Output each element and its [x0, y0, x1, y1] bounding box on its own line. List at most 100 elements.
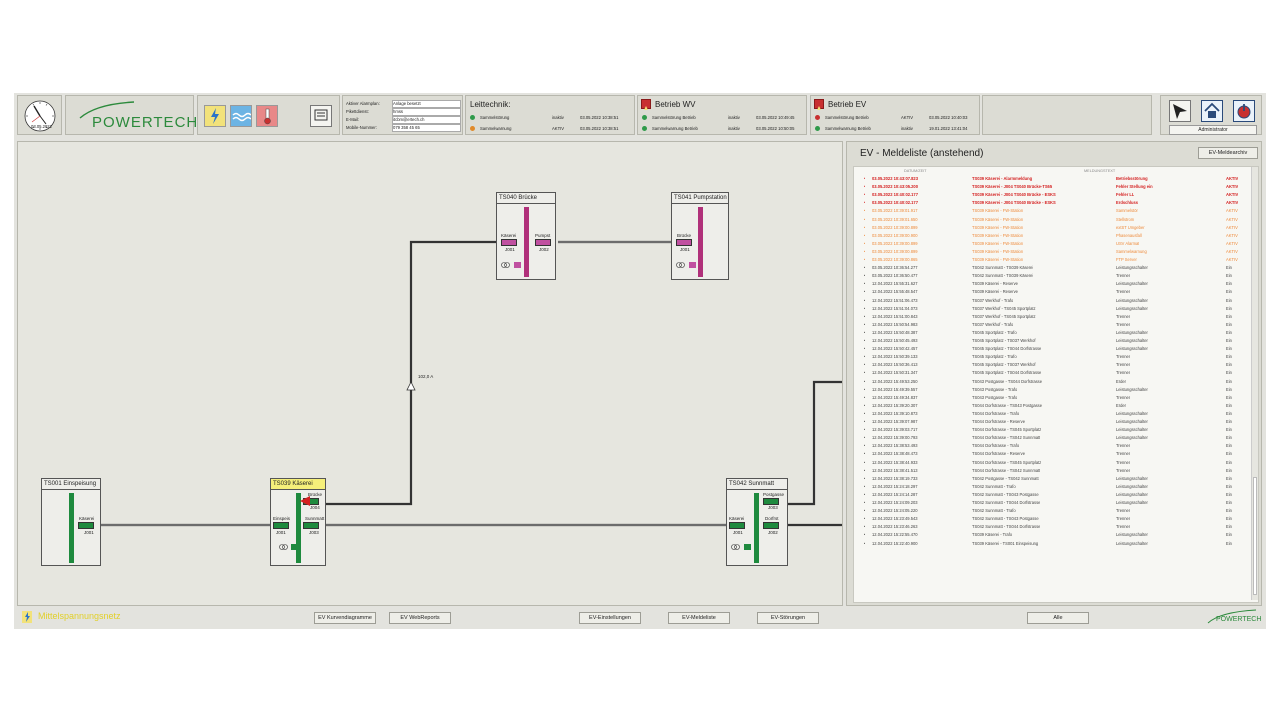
log-row[interactable]: • 12.04.2022 15:38:19.733 TS042 Postgasse … [854, 475, 1256, 483]
log-row[interactable]: • 12.04.2022 15:24:05.220 TS042 Sunnmatt -… [854, 507, 1256, 515]
scrollbar-thumb[interactable] [1253, 477, 1257, 595]
switch-kaeserei[interactable] [501, 239, 517, 246]
email-value[interactable]: itcbm@ertech.ch [392, 116, 461, 124]
waerme-network-button[interactable] [256, 105, 278, 127]
station-title: TS041 Pumpstation [672, 193, 728, 204]
log-row[interactable]: • 12.04.2022 15:38:44.933 TS044 Dorfstrass… [854, 459, 1256, 467]
pikett-value[interactable]: hmss [392, 108, 461, 116]
log-row[interactable]: • 12.04.2022 15:39:03.717 TS044 Dorfstrass… [854, 426, 1256, 434]
mobile-value[interactable]: 079 358 45 65 [392, 124, 461, 132]
log-row-active[interactable]: • 03.05.2022 10:39:00.900 TS039 Käserei - … [854, 232, 1256, 240]
log-row[interactable]: • 12.04.2022 15:39:20.307 TS044 Dorfstrass… [854, 402, 1256, 410]
station-ts001[interactable]: TS001 Einspeisung Käserei J001 [41, 478, 101, 566]
log-row[interactable]: • 12.04.2022 15:50:45.493 TS045 Sportplatz… [854, 337, 1256, 345]
log-row[interactable]: • 12.04.2022 15:49:39.557 TS043 Postgasse … [854, 386, 1256, 394]
log-row-active[interactable]: • 03.05.2022 10:39:01.917 TS039 Käserei - … [854, 207, 1256, 215]
log-row[interactable]: • 12.04.2022 15:55:31.627 TS039 Käserei - … [854, 280, 1256, 288]
strom-network-button[interactable] [204, 105, 226, 127]
log-row[interactable]: • 12.04.2022 15:24:09.203 TS042 Sunnmatt -… [854, 499, 1256, 507]
log-row[interactable]: • 12.04.2022 15:22:40.900 TS039 Käserei - … [854, 540, 1256, 548]
alarmplan-value[interactable]: Anlage besetzt [392, 100, 461, 108]
log-row[interactable]: • 12.04.2022 15:50:36.413 TS045 Sportplatz… [854, 361, 1256, 369]
cell-type: Leistungsschalter [1116, 305, 1148, 311]
cell-datetime: 12.04.2022 15:24:09.203 [872, 500, 918, 505]
log-row[interactable]: • 12.04.2022 15:24:18.297 TS042 Sunnmatt -… [854, 483, 1256, 491]
busbar [754, 493, 759, 563]
log-row-active[interactable]: • 03.05.2022 10:43:05.200 TS039 Käserei - … [854, 183, 1256, 191]
switch-dorfrst[interactable] [763, 522, 779, 529]
log-row[interactable]: • 12.04.2022 15:51:06.473 TS037 Werkhof - … [854, 297, 1256, 305]
log-row-active[interactable]: • 03.05.2022 10:39:00.865 TS039 Käserei - … [854, 256, 1256, 264]
log-row[interactable]: • 12.04.2022 15:23:46.263 TS042 Sunnmatt -… [854, 523, 1256, 531]
webreports-button[interactable]: EV WebReports [389, 612, 451, 624]
log-row[interactable]: • 12.04.2022 15:49:53.250 TS043 Postgasse … [854, 378, 1256, 386]
switch-postgasse[interactable] [763, 498, 779, 505]
row-bullet: • [864, 200, 866, 206]
log-row[interactable]: • 12.04.2022 15:39:10.873 TS044 Dorfstrass… [854, 410, 1256, 418]
log-row[interactable]: • 12.04.2022 15:22:55.470 TS039 Käserei - … [854, 531, 1256, 539]
meldeliste-title: EV - Meldeliste (anstehend) [860, 148, 984, 159]
power-button[interactable] [1233, 100, 1255, 122]
station-ts041[interactable]: TS041 Pumpstation Brücke J001 [671, 192, 729, 280]
einstellungen-button[interactable]: EV-Einstellungen [579, 612, 641, 624]
log-row[interactable]: • 12.04.2022 15:50:39.133 TS045 Sportplatz… [854, 353, 1256, 361]
cell-type: Betriebsstörung [1116, 176, 1148, 181]
log-row-active[interactable]: • 03.05.2022 10:40:02.177 TS039 Käserei - … [854, 199, 1256, 207]
station-ts039[interactable]: TS039 Käserei Brücke J004 Einspeis J001 … [270, 478, 326, 566]
meldeliste-button[interactable]: EV-Meldeliste [668, 612, 730, 624]
log-row-active[interactable]: • 03.05.2022 10:40:02.177 TS039 Käserei - … [854, 191, 1256, 199]
log-row-active[interactable]: • 03.05.2022 10:39:00.899 TS039 Käserei - … [854, 240, 1256, 248]
meldearchiv-button[interactable]: EV-Meldearchiv [1198, 147, 1258, 159]
log-row[interactable]: • 12.04.2022 15:51:04.073 TS037 Werkhof - … [854, 305, 1256, 313]
leittechnik-button[interactable] [310, 105, 332, 127]
log-row-active[interactable]: • 03.05.2022 10:39:01.650 TS039 Käserei - … [854, 216, 1256, 224]
log-row[interactable]: • 12.04.2022 15:55:48.547 TS039 Käserei - … [854, 288, 1256, 296]
cell-datetime: 12.04.2022 15:38:41.513 [872, 467, 918, 473]
log-row[interactable]: • 12.04.2022 15:38:41.513 TS044 Dorfstrass… [854, 467, 1256, 475]
switch-pumpst[interactable] [535, 239, 551, 246]
switch-kaeserei[interactable] [78, 522, 94, 529]
log-row-active[interactable]: • 03.05.2022 10:39:00.899 TS039 Käserei - … [854, 248, 1256, 256]
status-text: Mittelspannungsnetz [38, 611, 121, 621]
cell-text: TS044 Dorfstrasse - Reserve [972, 419, 1026, 424]
switch-bruecke[interactable] [676, 239, 692, 246]
log-row[interactable]: • 12.04.2022 15:51:00.843 TS037 Werkhof - … [854, 313, 1256, 321]
log-row[interactable]: • 12.04.2022 15:24:14.287 TS042 Sunnmatt -… [854, 491, 1256, 499]
log-row[interactable]: • 12.04.2022 15:23:49.543 TS042 Sunnmatt -… [854, 515, 1256, 523]
row-bullet: • [864, 370, 866, 376]
log-row[interactable]: • 12.04.2022 15:38:48.473 TS044 Dorfstrass… [854, 450, 1256, 458]
row-bullet: • [864, 410, 866, 416]
cell-type: Trenner [1116, 273, 1131, 279]
stoerungen-button[interactable]: EV-Störungen [757, 612, 819, 624]
log-row[interactable]: • 12.04.2022 15:49:34.837 TS043 Postgasse … [854, 394, 1256, 402]
log-row[interactable]: • 12.04.2022 15:50:48.387 TS045 Sportplatz… [854, 329, 1256, 337]
network-buttons-panel [197, 95, 340, 135]
station-ts040[interactable]: TS040 Brücke Käserei J001 Pumpst J002 [496, 192, 556, 280]
switch-label: Käserei [501, 233, 517, 238]
home-button[interactable] [1201, 100, 1223, 122]
kurvendiagramme-button[interactable]: EV Kurvendiagramme [314, 612, 376, 624]
cursor-mode-button[interactable] [1169, 100, 1191, 122]
log-row[interactable]: • 12.04.2022 15:50:31.347 TS045 Sportplatz… [854, 369, 1256, 377]
switch-einspeis[interactable] [273, 522, 289, 529]
log-row[interactable]: • 12.04.2022 15:39:07.987 TS044 Dorfstrass… [854, 418, 1256, 426]
log-row[interactable]: • 03.05.2022 10:36:54.277 TS042 Sunnmatt -… [854, 264, 1256, 272]
switch-kaeserei[interactable] [729, 522, 745, 529]
switch-id: J001 [680, 247, 690, 252]
cell-state: Ein [1226, 459, 1232, 465]
wasser-network-button[interactable] [230, 105, 252, 127]
scrollbar[interactable] [1251, 167, 1258, 600]
log-row[interactable]: • 03.05.2022 10:36:50.477 TS042 Sunnmatt -… [854, 272, 1256, 280]
log-row[interactable]: • 12.04.2022 15:39:00.793 TS044 Dorfstrass… [854, 434, 1256, 442]
cell-state: Ein [1226, 524, 1232, 530]
log-row[interactable]: • 12.04.2022 15:50:54.983 TS037 Werkhof - … [854, 321, 1256, 329]
alle-button[interactable]: Alle [1027, 612, 1089, 624]
cell-type: Sammelwarnung [1116, 248, 1147, 254]
log-row-active[interactable]: • 03.05.2022 10:39:00.899 TS039 Käserei - … [854, 224, 1256, 232]
switch-sunnmatt[interactable] [303, 522, 319, 529]
transformer-icon [501, 262, 521, 268]
log-row-active[interactable]: • 03.05.2022 10:43:07.823 TS039 Käserei - … [854, 175, 1256, 183]
log-row[interactable]: • 12.04.2022 15:50:42.457 TS045 Sportplatz… [854, 345, 1256, 353]
log-row[interactable]: • 12.04.2022 15:38:53.493 TS044 Dorfstrass… [854, 442, 1256, 450]
station-ts042[interactable]: TS042 Sunnmatt Postgasse J003 Käserei J0… [726, 478, 788, 566]
